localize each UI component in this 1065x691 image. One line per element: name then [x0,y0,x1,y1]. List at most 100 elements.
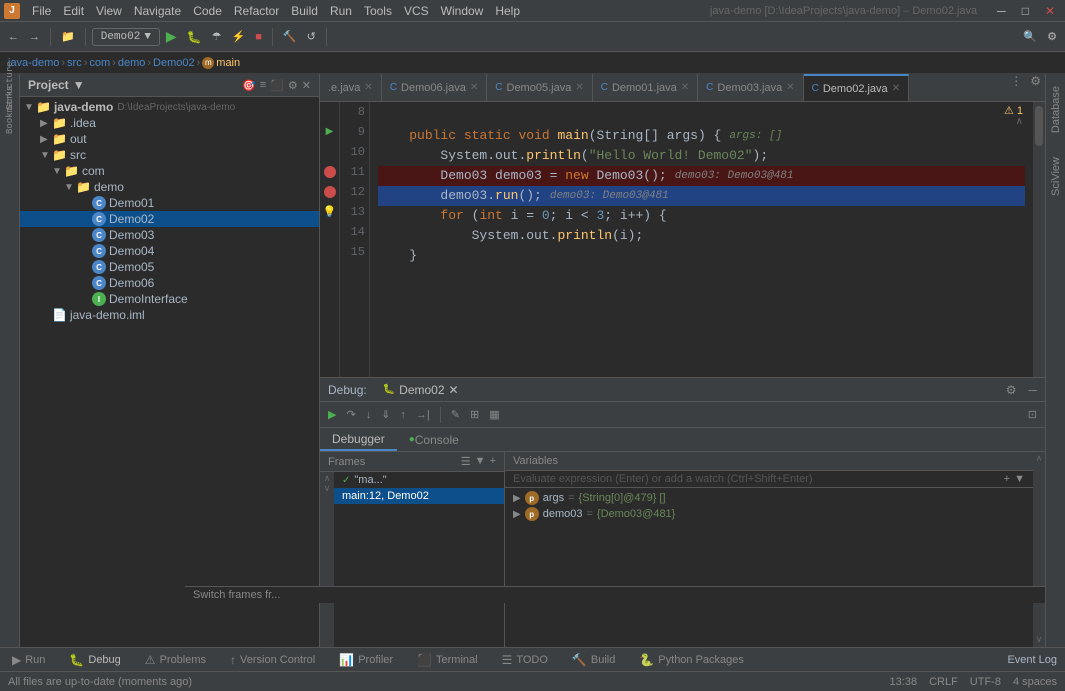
gutter-13-bulb[interactable]: 💡 [320,202,339,222]
status-indent[interactable]: 4 spaces [1013,676,1057,688]
minimize-button[interactable]: ─ [991,4,1012,18]
menu-refactor[interactable]: Refactor [228,4,285,18]
tree-item-iml[interactable]: ▶ 📄 java-demo.iml [20,307,319,323]
close-button[interactable]: ✕ [1039,4,1061,18]
editor-scrollbar[interactable] [1033,102,1045,377]
frames-settings-button[interactable]: ▼ [475,455,486,468]
settings-button[interactable]: ⚙ [1043,28,1061,45]
project-close-button[interactable]: ✕ [302,79,311,92]
tab-Demo03[interactable]: C Demo03.java ✕ [698,74,803,101]
status-encoding[interactable]: UTF-8 [970,676,1001,688]
tree-item-src[interactable]: ▼ 📁 src [20,147,319,163]
database-panel-toggle[interactable]: Database [1048,78,1064,141]
back-button[interactable]: ← [4,29,23,45]
tab-e-java[interactable]: .e.java ✕ [320,74,382,101]
menu-navigate[interactable]: Navigate [128,4,187,18]
tab-close-Demo01[interactable]: ✕ [681,82,689,93]
bottom-tab-problems[interactable]: ⚠ Problems [141,653,210,667]
stop-button[interactable]: ■ [251,29,266,45]
run-button[interactable]: ▶ [162,26,181,47]
menu-code[interactable]: Code [187,4,228,18]
debugger-tab[interactable]: Debugger [320,428,397,451]
project-locate-button[interactable]: 🎯 [242,79,256,92]
event-log-button[interactable]: Event Log [1007,654,1057,666]
tab-close-e-java[interactable]: ✕ [364,82,372,93]
run-config-selector[interactable]: Demo02 ▼ [92,28,160,46]
build-button[interactable]: 🔨 [279,28,301,45]
tab-Demo06[interactable]: C Demo06.java ✕ [382,74,487,101]
tree-item-Demo02[interactable]: ▶ C Demo02 [20,211,319,227]
variables-scroll-down[interactable]: ∨ [1036,635,1043,645]
menu-tools[interactable]: Tools [358,4,398,18]
tree-item-java-demo[interactable]: ▼ 📁 java-demo D:\IdeaProjects\java-demo [20,99,319,115]
step-out-button[interactable]: ↑ [396,407,410,423]
tree-item-Demo05[interactable]: ▶ C Demo05 [20,259,319,275]
status-position[interactable]: 13:38 [890,676,918,688]
breadcrumb-file[interactable]: Demo02 [153,57,195,69]
project-button[interactable]: 📁 [57,28,79,45]
step-into-button[interactable]: ↓ [362,407,376,423]
tab-close-Demo02[interactable]: ✕ [892,83,900,94]
coverage-button[interactable]: ☂ [208,28,226,45]
project-dropdown-icon[interactable]: ▼ [73,78,85,92]
tree-arrow-out[interactable]: ▶ [40,134,52,145]
menu-help[interactable]: Help [489,4,526,18]
debug-tab-close[interactable]: ✕ [449,383,459,397]
bottom-tab-terminal[interactable]: ⬛ Terminal [413,653,482,667]
menu-file[interactable]: File [26,4,57,18]
tree-item-Demo04[interactable]: ▶ C Demo04 [20,243,319,259]
breadcrumb-method[interactable]: main [216,57,240,69]
variables-scrollbar[interactable]: ∧ ∨ [1033,452,1045,647]
step-over-button[interactable]: ↷ [342,406,359,423]
tab-overflow-button[interactable]: ⋮ [1006,74,1026,101]
frame-item-main-thread[interactable]: ✓ "ma..." [334,472,504,488]
tree-arrow-java-demo[interactable]: ▼ [24,102,36,113]
variables-scroll-up[interactable]: ∧ [1036,454,1043,464]
debug-button[interactable]: 🐛 [183,28,206,46]
tab-close-Demo03[interactable]: ✕ [786,82,794,93]
bottom-tab-version-control[interactable]: ↑ Version Control [226,653,319,667]
debug-tab[interactable]: 🐛 Demo02 ✕ [375,383,467,397]
evaluate-expression-bar[interactable]: Evaluate expression (Enter) or add a wat… [505,471,1033,488]
tree-item-DemoInterface[interactable]: ▶ I DemoInterface [20,291,319,307]
run-to-cursor-button[interactable]: →| [412,407,434,423]
status-line-separator[interactable]: CRLF [929,676,958,688]
bottom-tab-debug[interactable]: 🐛 Debug [65,653,124,667]
bottom-tab-build[interactable]: 🔨 Build [568,653,619,667]
menu-window[interactable]: Window [435,4,490,18]
layout-button[interactable]: ⊡ [1024,406,1041,423]
force-step-into-button[interactable]: ⇓ [377,406,394,423]
frames-filter-button[interactable]: ☰ [461,455,471,468]
tree-arrow-src[interactable]: ▼ [40,150,52,161]
tree-item-Demo03[interactable]: ▶ C Demo03 [20,227,319,243]
bottom-tab-python[interactable]: 🐍 Python Packages [635,653,748,667]
frames-scroll-down[interactable]: ∨ [324,484,331,494]
frames-scroll-up[interactable]: ∧ [324,474,331,484]
tree-item-idea[interactable]: ▶ 📁 .idea [20,115,319,131]
left-icon-bookmarks[interactable]: Bookmarks [2,102,18,118]
tab-Demo05[interactable]: C Demo05.java ✕ [487,74,592,101]
scrollbar-thumb[interactable] [1035,106,1043,146]
sciview-panel-toggle[interactable]: SciView [1048,149,1064,204]
tab-close-Demo05[interactable]: ✕ [575,82,583,93]
project-collapse-button[interactable]: ⬛ [270,79,284,92]
menu-run[interactable]: Run [324,4,358,18]
console-tab[interactable]: ● Console [397,428,471,451]
frame-item-main12[interactable]: main:12, Demo02 [334,488,504,504]
evaluate-button[interactable]: ✎ [447,406,464,423]
breadcrumb-demo[interactable]: demo [118,57,146,69]
var-expand-demo03[interactable]: ▶ [513,509,521,520]
menu-build[interactable]: Build [285,4,324,18]
reload-button[interactable]: ↺ [303,28,320,45]
eval-add-watch-button[interactable]: + [1004,473,1010,485]
frames-add-button[interactable]: + [490,455,496,468]
eval-expand-button[interactable]: ▼ [1014,473,1025,485]
tree-item-Demo01[interactable]: ▶ C Demo01 [20,195,319,211]
menu-edit[interactable]: Edit [57,4,90,18]
tab-Demo01[interactable]: C Demo01.java ✕ [593,74,698,101]
tree-arrow-com[interactable]: ▼ [52,166,64,177]
var-expand-args[interactable]: ▶ [513,493,521,504]
scroll-up-indicator[interactable]: ∧ [1016,116,1023,128]
breadcrumb-src[interactable]: src [67,57,82,69]
resume-button[interactable]: ▶ [324,406,340,423]
